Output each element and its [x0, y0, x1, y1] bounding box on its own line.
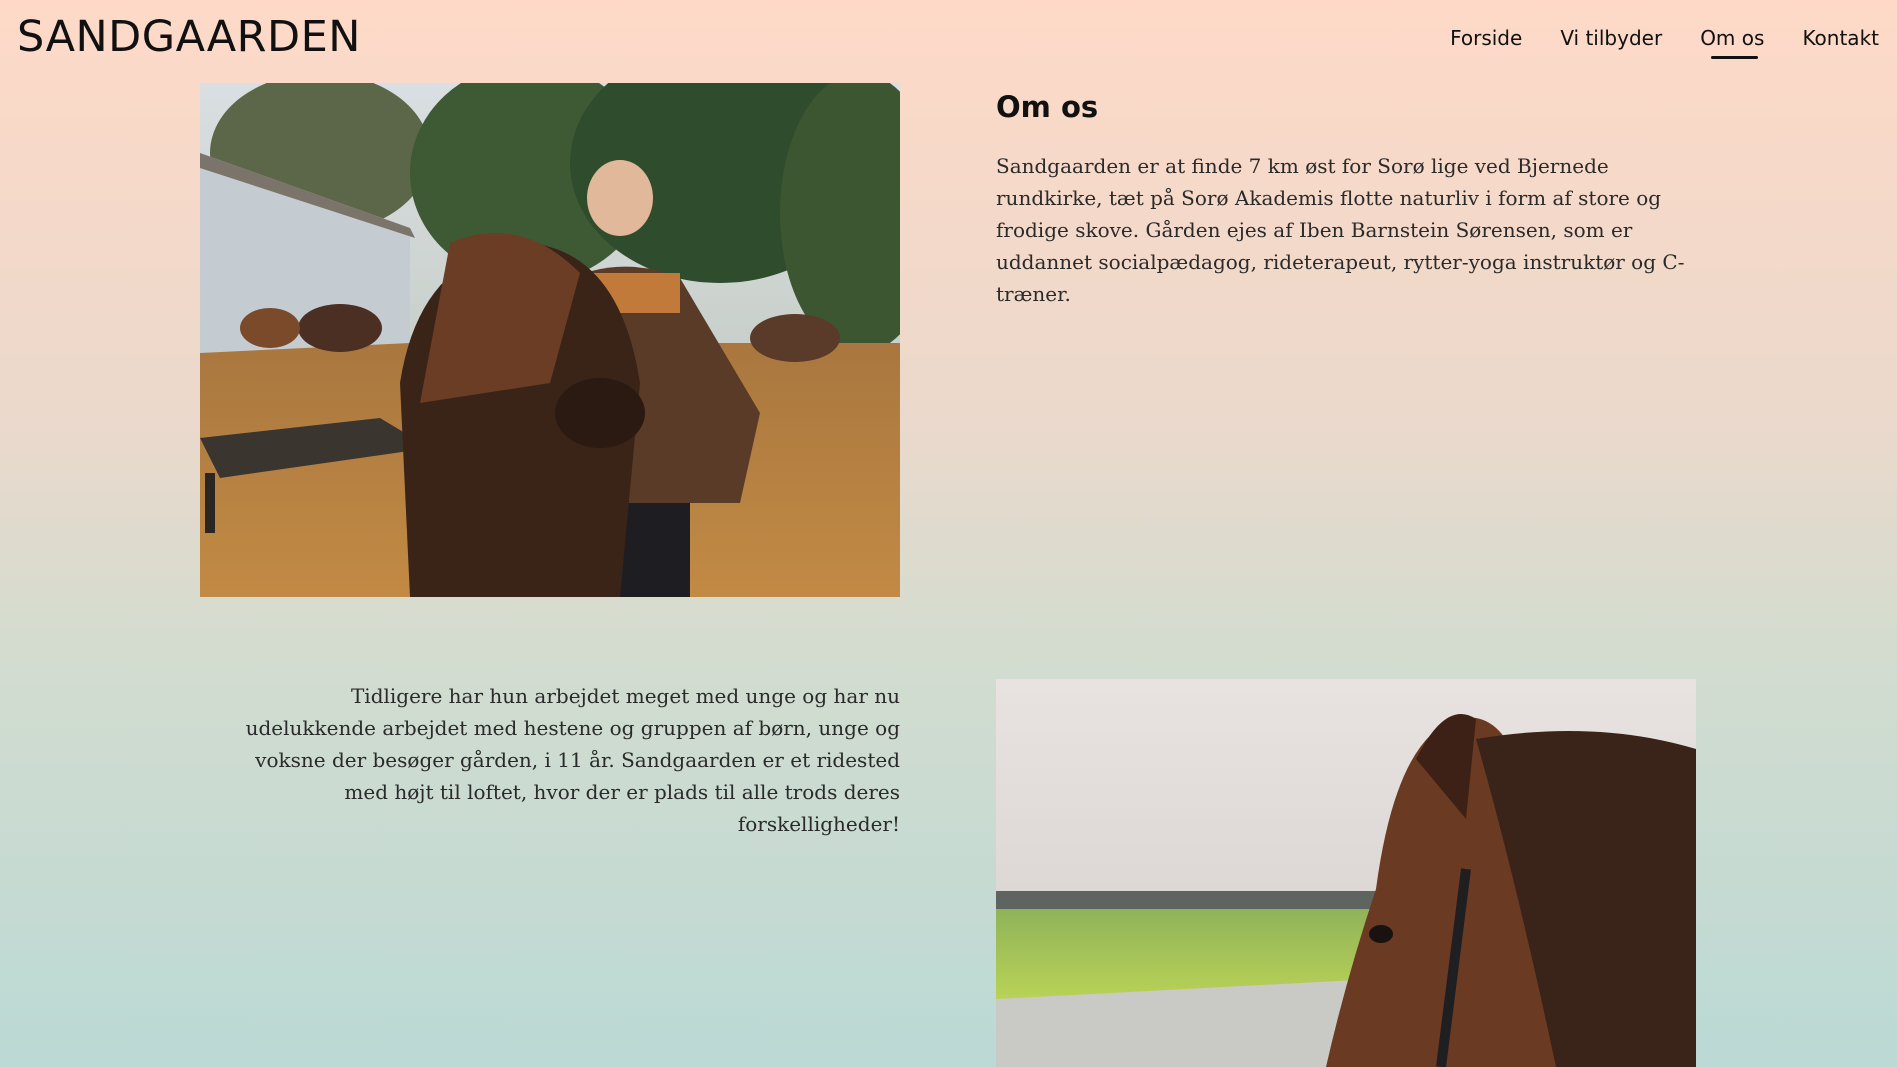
photo-woman-with-pony — [200, 83, 900, 597]
site-header: SANDGAARDEN Forside Vi tilbyder Om os Ko… — [0, 0, 1897, 80]
nav-item-vi-tilbyder[interactable]: Vi tilbyder — [1560, 26, 1662, 50]
nav-item-om-os[interactable]: Om os — [1700, 26, 1764, 59]
intro-paragraph: Sandgaarden er at finde 7 km øst for Sor… — [996, 154, 1685, 306]
nav-item-kontakt[interactable]: Kontakt — [1802, 26, 1879, 50]
main-nav: Forside Vi tilbyder Om os Kontakt — [1450, 26, 1879, 59]
site-logo[interactable]: SANDGAARDEN — [17, 12, 361, 62]
nav-item-forside[interactable]: Forside — [1450, 26, 1522, 50]
photo-horse-closeup — [996, 679, 1696, 1067]
page-title: Om os — [996, 90, 1099, 124]
history-paragraph: Tidligere har hun arbejdet meget med ung… — [245, 684, 900, 836]
